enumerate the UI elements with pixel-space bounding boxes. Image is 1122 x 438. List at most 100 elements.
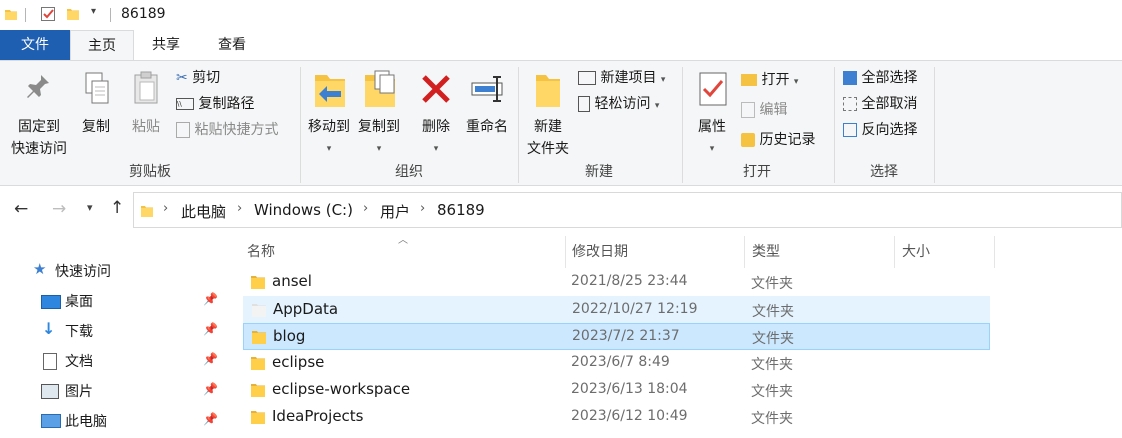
back-arrow-icon[interactable]: ←: [14, 199, 28, 219]
folder-icon: [251, 384, 265, 397]
column-divider[interactable]: [994, 236, 995, 268]
breadcrumb-users[interactable]: 用户: [380, 201, 410, 222]
nav-quick-access[interactable]: ★ 快速访问: [0, 256, 228, 286]
folder-icon: [252, 331, 266, 344]
up-arrow-icon[interactable]: ↑: [110, 198, 124, 218]
breadcrumb-current[interactable]: 86189: [437, 201, 485, 219]
edit-button[interactable]: 编辑: [741, 98, 787, 122]
easy-access-label: 轻松访问: [594, 96, 651, 112]
edit-label: 编辑: [759, 102, 788, 118]
quick-access-toolbar-dropdown[interactable]: ▾: [91, 6, 96, 17]
copy-button[interactable]: 复制: [72, 71, 120, 138]
file-modified: 2021/8/25 23:44: [571, 273, 688, 289]
new-folder-icon: [536, 75, 560, 107]
new-item-label: 新建项目: [600, 70, 657, 86]
breadcrumb-chevron-icon: ›: [363, 201, 369, 216]
file-name: AppData: [273, 300, 339, 318]
address-bar[interactable]: › 此电脑 › Windows (C:) › 用户 › 86189: [133, 192, 1122, 228]
nav-downloads[interactable]: ↓ 下载 📌: [0, 316, 228, 346]
file-modified: 2023/6/12 10:49: [571, 408, 688, 424]
pin-icon[interactable]: 📌: [203, 292, 218, 306]
document-icon: [43, 353, 57, 370]
file-row[interactable]: ansel 2021/8/25 23:44 文件夹: [243, 269, 990, 296]
properties-button[interactable]: 属性 ▾: [690, 69, 734, 160]
select-all-icon: [843, 71, 857, 85]
new-item-button[interactable]: 新建项目 ▾: [578, 66, 665, 90]
cut-button[interactable]: ✂ 剪切: [176, 66, 220, 90]
nav-label: 图片: [65, 384, 93, 400]
select-group-label: 选择: [870, 164, 898, 180]
select-none-button[interactable]: 全部取消: [843, 92, 917, 116]
file-name: IdeaProjects: [272, 407, 364, 425]
copy-to-label: 复制到: [358, 119, 400, 135]
desktop-icon: [41, 295, 61, 309]
pin-icon[interactable]: 📌: [203, 382, 218, 396]
tab-view[interactable]: 查看: [200, 30, 264, 60]
pin-icon[interactable]: 📌: [203, 352, 218, 366]
properties-check-icon[interactable]: [40, 6, 56, 22]
column-divider[interactable]: [565, 236, 566, 268]
file-type: 文件夹: [752, 331, 794, 347]
file-row[interactable]: eclipse 2023/6/7 8:49 文件夹: [243, 350, 990, 377]
easy-access-icon: [578, 96, 590, 112]
breadcrumb-chevron-icon: ›: [420, 201, 426, 216]
column-divider[interactable]: [894, 236, 895, 268]
invert-selection-button[interactable]: 反向选择: [843, 118, 917, 142]
folder-icon: [5, 10, 17, 20]
properties-icon: [699, 72, 727, 106]
pin-to-quick-access-button[interactable]: 固定到 快速访问: [4, 71, 74, 160]
history-button[interactable]: 历史记录: [741, 128, 815, 152]
cut-label: 剪切: [192, 70, 221, 86]
paste-button[interactable]: 粘贴: [124, 71, 168, 138]
pin-icon[interactable]: 📌: [203, 412, 218, 426]
new-item-icon: [578, 71, 596, 85]
paste-shortcut-button[interactable]: 粘贴快捷方式: [176, 118, 278, 142]
nav-this-pc[interactable]: 此电脑 📌: [0, 406, 228, 436]
file-row[interactable]: eclipse-workspace 2023/6/13 18:04 文件夹: [243, 377, 990, 404]
copy-to-caret: ▾: [376, 144, 382, 154]
open-button[interactable]: 打开 ▾: [741, 68, 798, 92]
nav-label: 桌面: [65, 294, 93, 310]
nav-documents[interactable]: 文档 📌: [0, 346, 228, 376]
easy-access-button[interactable]: 轻松访问 ▾: [578, 92, 659, 116]
pin-icon[interactable]: 📌: [203, 322, 218, 336]
breadcrumb-chevron-icon: ›: [237, 201, 243, 216]
move-to-icon: [315, 75, 345, 107]
breadcrumb-this-pc[interactable]: 此电脑: [181, 201, 226, 222]
select-all-label: 全部选择: [861, 70, 918, 86]
folder-icon: [251, 276, 265, 289]
open-label: 打开: [761, 72, 790, 88]
open-group-label: 打开: [743, 164, 771, 180]
column-header-type[interactable]: 类型: [752, 243, 892, 267]
forward-arrow-icon[interactable]: →: [52, 199, 66, 219]
column-header-modified[interactable]: 修改日期: [572, 243, 744, 267]
new-folder-button[interactable]: 新建 文件夹: [522, 69, 574, 160]
ribbon-tabs: 文件 主页 共享 查看: [0, 30, 1122, 60]
select-all-button[interactable]: 全部选择: [843, 66, 917, 90]
copy-to-button[interactable]: 复制到 ▾: [354, 69, 404, 160]
delete-button[interactable]: 删除 ▾: [414, 69, 458, 160]
copy-path-label: 复制路径: [198, 96, 255, 112]
folder-icon: [252, 304, 266, 317]
file-type: 文件夹: [751, 411, 793, 427]
file-row[interactable]: IdeaProjects 2023/6/12 10:49 文件夹: [243, 404, 990, 431]
column-header-name[interactable]: 名称: [247, 243, 565, 267]
new-folder-quick-icon[interactable]: [66, 6, 80, 22]
select-none-icon: [843, 97, 857, 111]
tab-home[interactable]: 主页: [70, 30, 134, 60]
nav-pictures[interactable]: 图片 📌: [0, 376, 228, 406]
column-header-size[interactable]: 大小: [902, 243, 992, 267]
copy-path-button[interactable]: \\ 复制路径: [176, 92, 254, 116]
column-divider[interactable]: [744, 236, 745, 268]
invert-selection-label: 反向选择: [861, 122, 918, 138]
breadcrumb-drive-c[interactable]: Windows (C:): [254, 201, 353, 219]
file-row[interactable]: blog 2023/7/2 21:37 文件夹: [243, 323, 990, 350]
recent-locations-chevron-icon[interactable]: ▾: [87, 201, 93, 214]
tab-share[interactable]: 共享: [134, 30, 198, 60]
ribbon: 固定到 快速访问 复制 粘贴 ✂ 剪切 \\ 复制路径 粘贴快捷方式 剪贴板 移…: [0, 60, 1122, 186]
file-row[interactable]: AppData 2022/10/27 12:19 文件夹: [243, 296, 990, 323]
nav-desktop[interactable]: 桌面 📌: [0, 286, 228, 316]
tab-file[interactable]: 文件: [0, 30, 70, 60]
move-to-button[interactable]: 移动到 ▾: [304, 69, 354, 160]
rename-button[interactable]: 重命名: [460, 69, 514, 138]
